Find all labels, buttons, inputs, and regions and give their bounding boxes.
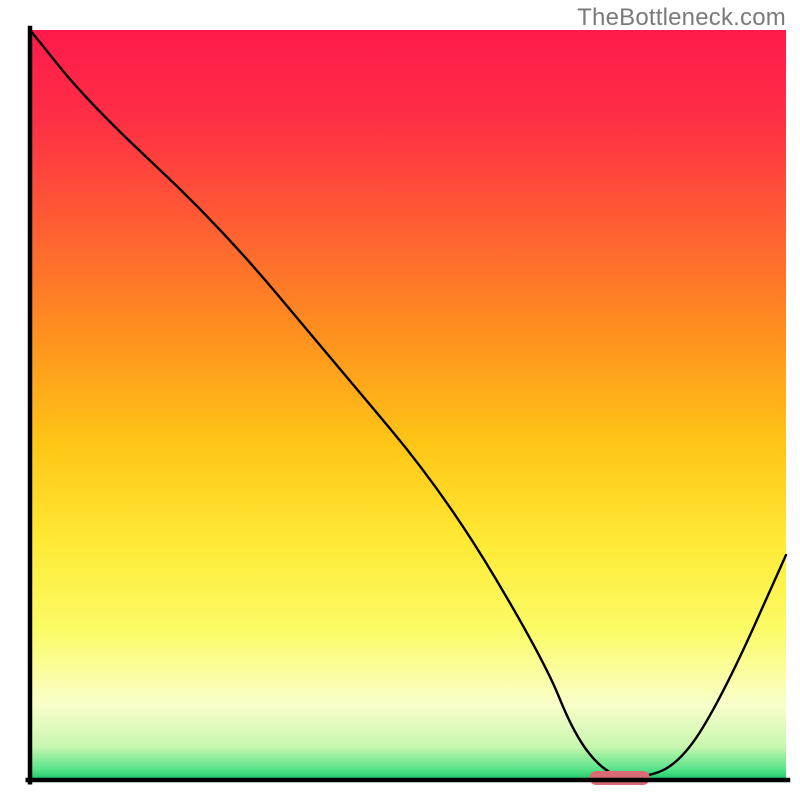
bottleneck-chart [0,0,800,800]
chart-container: TheBottleneck.com [0,0,800,800]
plot-background [30,30,786,780]
watermark-text: TheBottleneck.com [577,4,786,32]
